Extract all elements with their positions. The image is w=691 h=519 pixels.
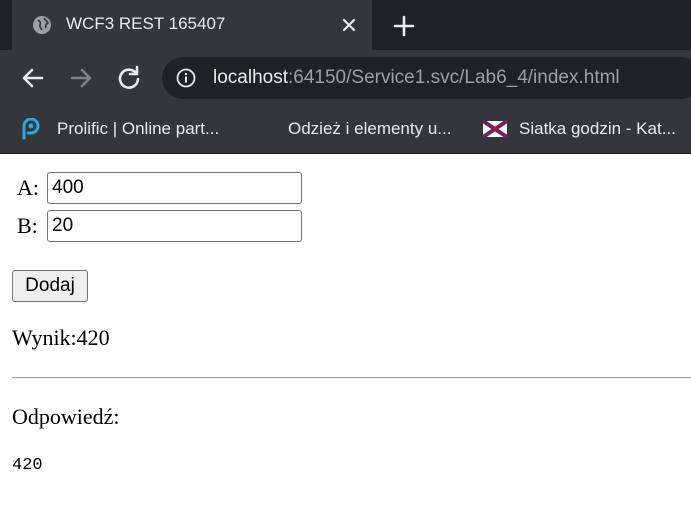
field-b-input[interactable] xyxy=(47,210,302,242)
bookmark-label: Prolific | Online part... xyxy=(57,119,220,138)
field-a-label: A: xyxy=(17,175,39,200)
bookmark-label: Siatka godzin - Kat... xyxy=(519,119,676,138)
url-path: :64150/Service1.svc/Lab6_4/index.html xyxy=(288,67,620,88)
bookmark-prolific[interactable]: Prolific | Online part... xyxy=(20,117,240,141)
result-text: Wynik:420 xyxy=(12,325,110,350)
back-arrow-icon[interactable] xyxy=(19,64,47,92)
browser-toolbar: localhost:64150/Service1.svc/Lab6_4/inde… xyxy=(0,50,691,106)
close-icon[interactable] xyxy=(339,15,359,35)
bookmark-siatka-godzin[interactable]: Siatka godzin - Kat... xyxy=(483,117,691,141)
reload-icon[interactable] xyxy=(115,64,143,92)
flag-icon xyxy=(483,119,507,139)
browser-tab[interactable]: WCF3 REST 165407 xyxy=(12,0,372,50)
page-content: A: B: Dodaj Wynik:420 Odpowiedź: 420 xyxy=(0,154,691,519)
info-icon[interactable] xyxy=(176,68,196,88)
address-bar[interactable]: localhost:64150/Service1.svc/Lab6_4/inde… xyxy=(162,57,691,99)
bookmark-odziez[interactable]: Odzież i elementy u... xyxy=(288,117,468,141)
new-tab-icon[interactable] xyxy=(392,14,416,38)
url-text: localhost:64150/Service1.svc/Lab6_4/inde… xyxy=(213,67,620,89)
field-a-input[interactable] xyxy=(47,172,302,204)
add-button[interactable]: Dodaj xyxy=(12,270,88,302)
bookmark-label: Odzież i elementy u... xyxy=(288,119,452,138)
globe-icon xyxy=(33,16,51,34)
bookmarks-bar: Prolific | Online part... Odzież i eleme… xyxy=(0,106,691,154)
tab-strip: WCF3 REST 165407 xyxy=(0,0,691,50)
horizontal-divider xyxy=(12,377,691,379)
url-host: localhost xyxy=(213,67,288,88)
prolific-logo-icon xyxy=(22,118,40,140)
answer-value: 420 xyxy=(12,456,43,475)
answer-label: Odpowiedź: xyxy=(12,404,120,429)
forward-arrow-icon[interactable] xyxy=(67,64,95,92)
tab-title: WCF3 REST 165407 xyxy=(66,14,226,33)
field-b-label: B: xyxy=(17,213,38,238)
